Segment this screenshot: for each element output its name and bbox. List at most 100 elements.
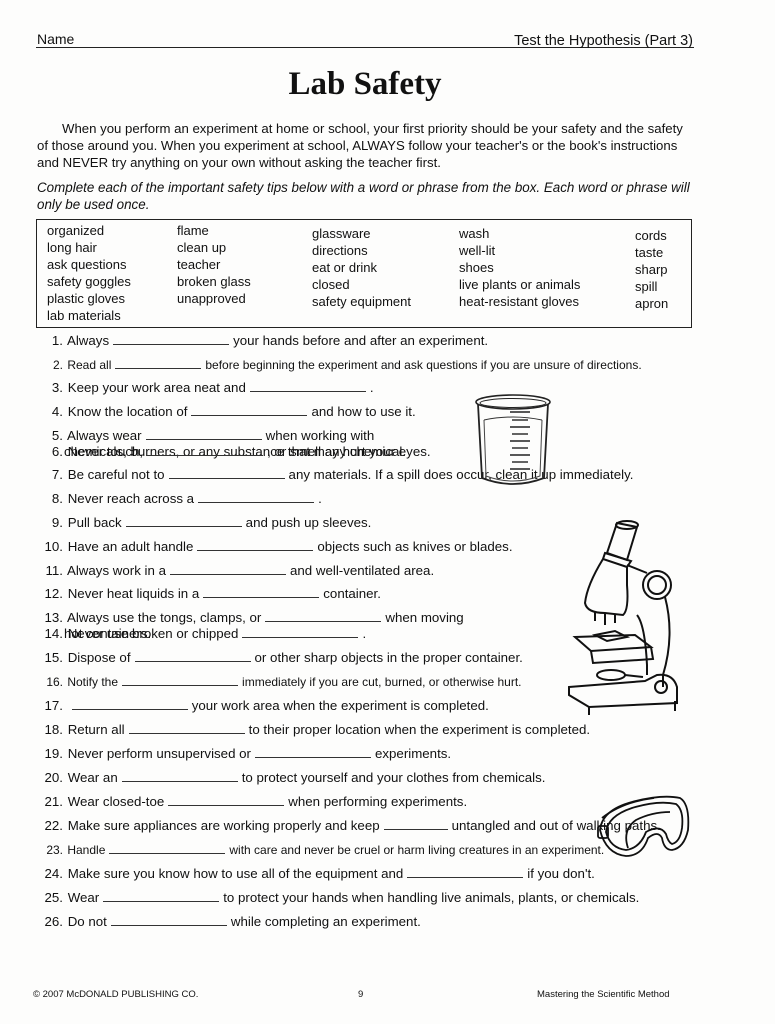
question-item: 18. Return all to their proper location w…	[37, 722, 591, 737]
answer-blank[interactable]	[121, 770, 238, 782]
answer-blank[interactable]	[109, 842, 226, 854]
question-number: 7.	[51, 467, 63, 482]
answer-blank[interactable]	[249, 380, 366, 392]
answer-blank[interactable]	[198, 491, 315, 503]
question-item: 20. Wear an to protect yourself and your …	[37, 770, 546, 785]
question-text-before: Have an adult handle	[67, 539, 194, 554]
question-item: 8. Never reach across a.	[37, 491, 322, 506]
answer-blank[interactable]	[383, 818, 448, 830]
answer-blank[interactable]	[265, 610, 382, 622]
word-bank-column: wash well-lit shoes live plants or anima…	[459, 225, 580, 310]
answer-blank[interactable]	[254, 746, 371, 758]
beaker-icon	[475, 394, 551, 485]
question-text-before: Make sure appliances are working properl…	[67, 818, 380, 833]
answer-blank[interactable]	[191, 404, 308, 416]
question-number: 6.	[51, 444, 63, 459]
question-item: 1. Always your hands before and after an …	[37, 333, 488, 348]
word-bank-item: plastic gloves	[47, 291, 126, 306]
question-text-after: and push up sleeves.	[245, 515, 372, 530]
answer-blank[interactable]	[122, 674, 239, 686]
question-text-before: Never perform unsupervised or	[67, 746, 251, 761]
page-number: 9	[358, 989, 364, 1000]
question-text-after: objects such as knives or blades.	[317, 539, 513, 554]
question-text-after: and well-ventilated area.	[290, 563, 435, 578]
question-number: 17.	[44, 698, 64, 713]
unit-label: Test the Hypothesis (Part 3)	[514, 33, 693, 49]
question-text-after: to their proper location when the experi…	[248, 722, 591, 737]
question-text-before: Wear	[67, 890, 100, 905]
question-number: 20.	[44, 770, 64, 785]
question-number: 15.	[44, 650, 64, 665]
answer-blank[interactable]	[197, 539, 314, 551]
question-item: 3. Keep your work area neat and.	[37, 380, 374, 395]
question-number: 8.	[51, 491, 63, 506]
answer-blank[interactable]	[71, 698, 188, 710]
question-text-before: Handle	[67, 843, 106, 857]
answer-blank[interactable]	[134, 650, 251, 662]
answer-blank[interactable]	[168, 794, 285, 806]
question-item: 17. your work area when the experiment i…	[37, 698, 489, 713]
question-text-after: before beginning the experiment and ask …	[205, 358, 642, 372]
answer-blank[interactable]	[145, 428, 262, 440]
answer-blank[interactable]	[168, 467, 285, 479]
question-text-after: experiments.	[374, 746, 452, 761]
question-text-before: Keep your work area neat and	[67, 380, 246, 395]
word-bank-column: glassware directions eat or drink closed…	[312, 225, 411, 310]
word-bank-item: spill	[635, 279, 658, 294]
answer-blank[interactable]	[103, 890, 220, 902]
question-item: 11. Always work in a and well-ventilated …	[37, 563, 435, 578]
answer-blank[interactable]	[113, 333, 230, 345]
word-bank-item: heat-resistant gloves	[459, 294, 579, 309]
question-number: 21.	[44, 794, 64, 809]
word-bank-item: cords	[635, 228, 667, 243]
question-text-after: when working with	[265, 428, 375, 443]
question-text-after: your work area when the experiment is co…	[191, 698, 489, 713]
answer-blank[interactable]	[147, 444, 264, 456]
question-item: 22. Make sure appliances are working pro…	[37, 818, 661, 833]
answer-blank[interactable]	[115, 357, 202, 369]
word-bank-item: lab materials	[47, 308, 121, 323]
word-bank-item: clean up	[177, 240, 227, 255]
answer-blank[interactable]	[125, 515, 242, 527]
question-item: 23. Handle with care and never be cruel o…	[37, 842, 604, 857]
question-text-before: Never touch,	[67, 444, 144, 459]
question-item: 10. Have an adult handle objects such as …	[37, 539, 513, 554]
question-text-after: immediately if you are cut, burned, or o…	[242, 675, 522, 689]
question-number: 10.	[44, 539, 64, 554]
question-item: 4. Know the location of and how to use it…	[37, 404, 416, 419]
question-text-after: and how to use it.	[311, 404, 416, 419]
copyright-text: © 2007 McDONALD PUBLISHING CO.	[33, 989, 199, 1000]
name-label: Name	[37, 31, 75, 47]
word-bank-item: long hair	[47, 240, 97, 255]
answer-blank[interactable]	[170, 563, 286, 575]
question-item: 15. Dispose of or other sharp objects in …	[37, 650, 523, 665]
question-text-after: container.	[323, 586, 381, 601]
question-number: 24.	[44, 866, 64, 881]
worksheet-page: Name Test the Hypothesis (Part 3) Lab Sa…	[0, 0, 775, 1024]
question-number: 19.	[44, 746, 64, 761]
question-number: 2.	[52, 358, 63, 372]
word-bank-item: ask questions	[47, 257, 127, 272]
word-bank-item: safety equipment	[312, 294, 412, 309]
answer-blank[interactable]	[110, 914, 227, 926]
answer-blank[interactable]	[407, 866, 524, 878]
word-bank-item: wash	[459, 226, 490, 241]
question-item: 2. Read all before beginning the experime…	[37, 357, 642, 372]
question-item: 9. Pull back and push up sleeves.	[37, 515, 371, 530]
book-title: Mastering the Scientific Method	[537, 989, 670, 1000]
answer-blank[interactable]	[128, 722, 245, 734]
word-bank-item: safety goggles	[47, 274, 131, 289]
word-bank-item: taste	[635, 245, 664, 260]
question-text-before: Always work in a	[66, 563, 166, 578]
question-item: 16. Notify the immediately if you are cut…	[37, 674, 522, 689]
answer-blank[interactable]	[203, 586, 320, 598]
question-number: 22.	[44, 818, 64, 833]
question-text-before: Never use broken or chipped	[67, 626, 239, 641]
answer-blank[interactable]	[242, 626, 359, 638]
question-item: 26. Do not while completing an experiment…	[37, 914, 421, 929]
question-item: 21. Wear closed-toe when performing exper…	[37, 794, 468, 809]
question-text-after: to protect yourself and your clothes fro…	[241, 770, 546, 785]
question-number: 18.	[44, 722, 64, 737]
question-text-before: Know the location of	[67, 404, 188, 419]
word-bank-column: flame clean up teacher broken glass unap…	[177, 222, 251, 307]
